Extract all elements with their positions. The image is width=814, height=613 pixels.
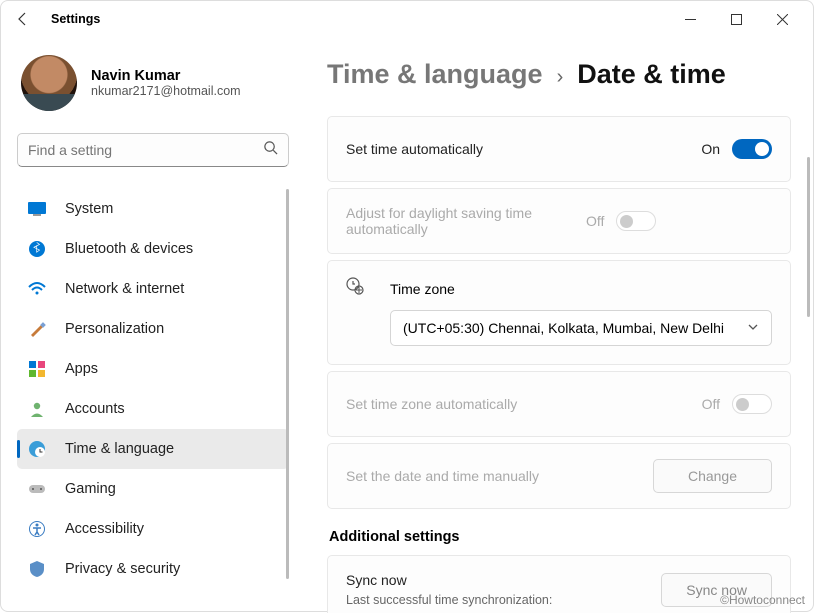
arrow-left-icon <box>15 11 31 27</box>
chevron-right-icon: › <box>557 66 564 89</box>
avatar <box>21 55 77 111</box>
sidebar-item-time[interactable]: Time & language <box>17 429 289 469</box>
profile-name: Navin Kumar <box>91 68 241 84</box>
person-icon <box>27 399 47 419</box>
timezone-icon <box>346 277 366 300</box>
maximize-icon <box>731 14 742 25</box>
chevron-down-icon <box>747 320 759 336</box>
sidebar-item-bluetooth[interactable]: Bluetooth & devices <box>17 229 289 269</box>
shield-icon <box>27 559 47 579</box>
system-icon <box>27 199 47 219</box>
breadcrumb: Time & language › Date & time <box>327 59 791 90</box>
gamepad-icon <box>27 479 47 499</box>
bluetooth-icon <box>27 239 47 259</box>
minimize-icon <box>685 14 696 25</box>
sidebar-item-gaming[interactable]: Gaming <box>17 469 289 509</box>
sidebar-item-apps[interactable]: Apps <box>17 349 289 389</box>
watermark: ©Howtoconnect <box>720 593 805 607</box>
window-controls <box>667 3 805 35</box>
auto-time-toggle[interactable] <box>732 139 772 159</box>
setting-dst: Adjust for daylight saving time automati… <box>328 189 790 253</box>
search-box[interactable] <box>17 133 289 167</box>
dst-toggle <box>616 211 656 231</box>
profile-email: nkumar2171@hotmail.com <box>91 84 241 98</box>
additional-heading: Additional settings <box>329 529 791 545</box>
minimize-button[interactable] <box>667 3 713 35</box>
nav-list: System Bluetooth & devices Network & int… <box>17 189 289 579</box>
setting-manual-time: Set the date and time manually Change <box>328 444 790 508</box>
auto-timezone-toggle <box>732 394 772 414</box>
brush-icon <box>27 319 47 339</box>
maximize-button[interactable] <box>713 3 759 35</box>
sidebar: Navin Kumar nkumar2171@hotmail.com Syste… <box>1 37 301 613</box>
profile-block[interactable]: Navin Kumar nkumar2171@hotmail.com <box>17 55 289 111</box>
sidebar-item-accessibility[interactable]: Accessibility <box>17 509 289 549</box>
main-content: Time & language › Date & time Set time a… <box>301 37 813 613</box>
setting-timezone: Time zone (UTC+05:30) Chennai, Kolkata, … <box>328 261 790 364</box>
sidebar-item-privacy[interactable]: Privacy & security <box>17 549 289 579</box>
close-button[interactable] <box>759 3 805 35</box>
accessibility-icon <box>27 519 47 539</box>
change-button: Change <box>653 459 772 493</box>
close-icon <box>777 14 788 25</box>
wifi-icon <box>27 279 47 299</box>
setting-auto-time: Set time automatically On <box>328 117 790 181</box>
timezone-select[interactable]: (UTC+05:30) Chennai, Kolkata, Mumbai, Ne… <box>390 310 772 346</box>
sidebar-item-accounts[interactable]: Accounts <box>17 389 289 429</box>
back-button[interactable] <box>9 5 37 33</box>
search-input[interactable] <box>28 142 263 158</box>
sidebar-item-system[interactable]: System <box>17 189 289 229</box>
search-icon <box>263 140 278 160</box>
main-scrollbar[interactable] <box>807 157 810 317</box>
titlebar: Settings <box>1 1 813 37</box>
globe-clock-icon <box>27 439 47 459</box>
sidebar-item-network[interactable]: Network & internet <box>17 269 289 309</box>
sidebar-scrollbar[interactable] <box>286 189 289 579</box>
apps-icon <box>27 359 47 379</box>
sidebar-item-personalization[interactable]: Personalization <box>17 309 289 349</box>
window-title: Settings <box>51 12 667 26</box>
breadcrumb-current: Date & time <box>577 59 726 90</box>
setting-auto-timezone: Set time zone automatically Off <box>328 372 790 436</box>
breadcrumb-parent[interactable]: Time & language <box>327 59 543 90</box>
